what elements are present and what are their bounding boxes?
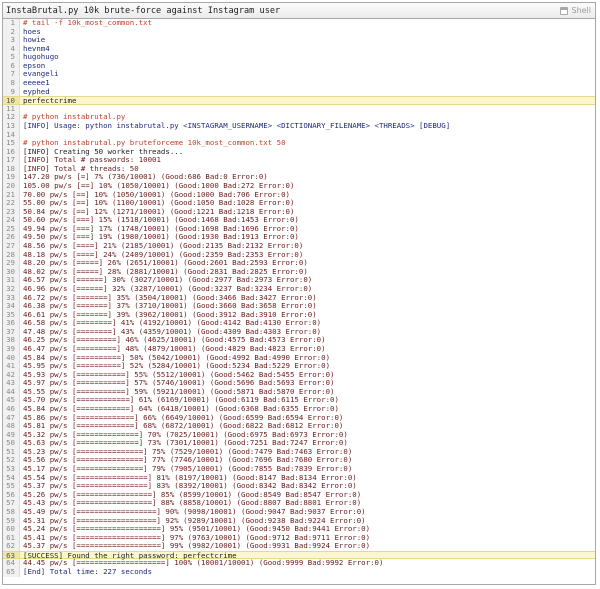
shell-icon [560, 6, 569, 15]
code-line[interactable]: 1 # tail -f 10k_most_common.txt [3, 18, 595, 28]
code-line[interactable]: 7 evangeli [3, 70, 595, 80]
code-line[interactable]: 3 howie [3, 36, 595, 45]
code-line[interactable]: 5 hugohugo [3, 53, 595, 62]
code-line[interactable]: 65 [End] Total time: 227 seconds [3, 567, 595, 577]
editor-window: InstaBrutal.py 10k brute-force against I… [2, 2, 596, 585]
line-text: [End] Total time: 227 seconds [23, 567, 153, 576]
line-text: [SUCCESS] Found the right password: perf… [23, 550, 237, 560]
code-line[interactable]: 8 eeeee1 [3, 78, 595, 88]
code-line[interactable]: 4 hevnm4 [3, 44, 595, 54]
line-text: eyphed [23, 86, 50, 96]
line-number: 62 [3, 542, 20, 551]
code-line[interactable]: 9 eyphed [3, 86, 595, 97]
line-text: [INFO] Usage: python instabrutal.py <INS… [23, 120, 451, 130]
code-line[interactable]: 2 hoes [3, 27, 595, 37]
line-number: 63 [3, 551, 20, 559]
window-title: InstaBrutal.py 10k brute-force against I… [6, 5, 281, 16]
shell-mode-indicator[interactable]: Shell [560, 6, 591, 15]
code-line[interactable]: 6 epson [3, 61, 595, 71]
code-line[interactable]: 13 [INFO] Usage: python instabrutal.py <I… [3, 120, 595, 131]
code-line[interactable]: 62 45.37 pw/s [===================] 99% (… [3, 542, 595, 551]
line-number: 65 [3, 567, 20, 577]
line-number: 9 [3, 87, 20, 97]
title-bar: InstaBrutal.py 10k brute-force against I… [3, 3, 595, 19]
line-text: perfectcrime [23, 96, 77, 106]
shell-mode-label: Shell [571, 6, 591, 15]
line-number: 10 [3, 97, 20, 105]
line-text: 45.37 pw/s [===================] 99% (99… [23, 541, 371, 551]
code-view[interactable]: 1 # tail -f 10k_most_common.txt 2 hoes 3 howi… [3, 18, 595, 577]
highlighted-line[interactable]: 10 perfectcrime [3, 96, 595, 105]
